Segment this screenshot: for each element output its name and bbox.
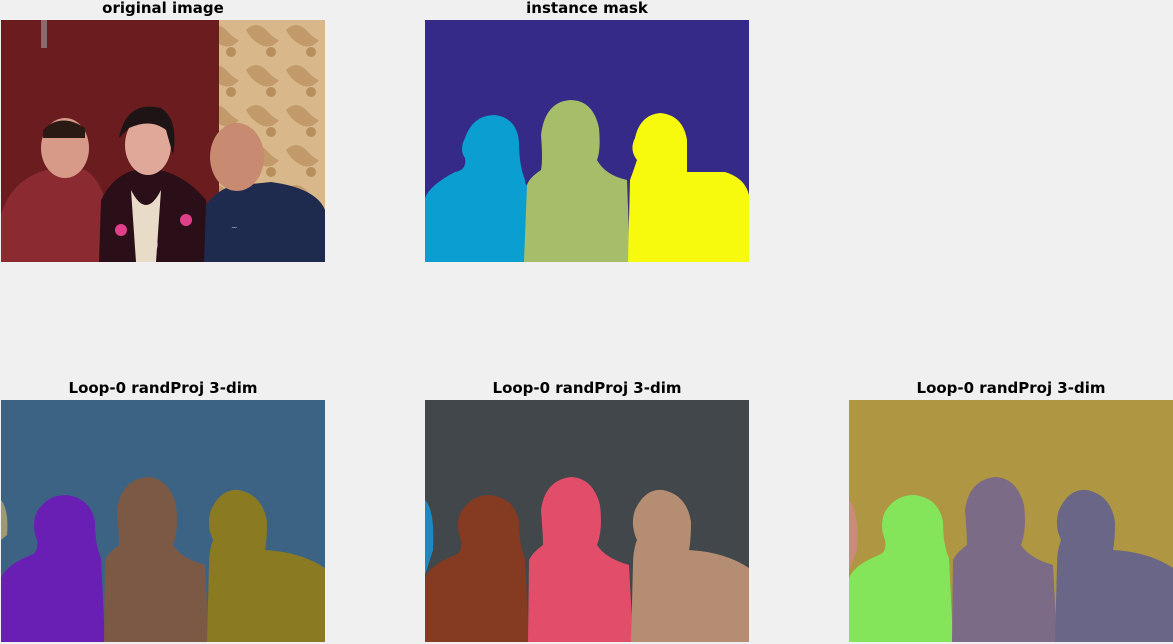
svg-text:~: ~ xyxy=(231,223,238,232)
randproj-3-image xyxy=(849,400,1173,642)
randproj-1 xyxy=(1,400,325,642)
original-image-title: original image xyxy=(102,0,224,17)
original-image: ~ xyxy=(1,20,325,262)
randproj-1-image xyxy=(1,400,325,642)
instance-mask xyxy=(425,20,749,262)
randproj-2-image xyxy=(425,400,749,642)
randproj-3 xyxy=(849,400,1173,642)
randproj-2 xyxy=(425,400,749,642)
instance-mask-image xyxy=(425,20,749,262)
randproj-3-title: Loop-0 randProj 3-dim xyxy=(916,379,1106,397)
original-photo: ~ xyxy=(1,20,325,262)
randproj-2-title: Loop-0 randProj 3-dim xyxy=(492,379,682,397)
instance-mask-title: instance mask xyxy=(526,0,648,17)
randproj-1-title: Loop-0 randProj 3-dim xyxy=(68,379,258,397)
